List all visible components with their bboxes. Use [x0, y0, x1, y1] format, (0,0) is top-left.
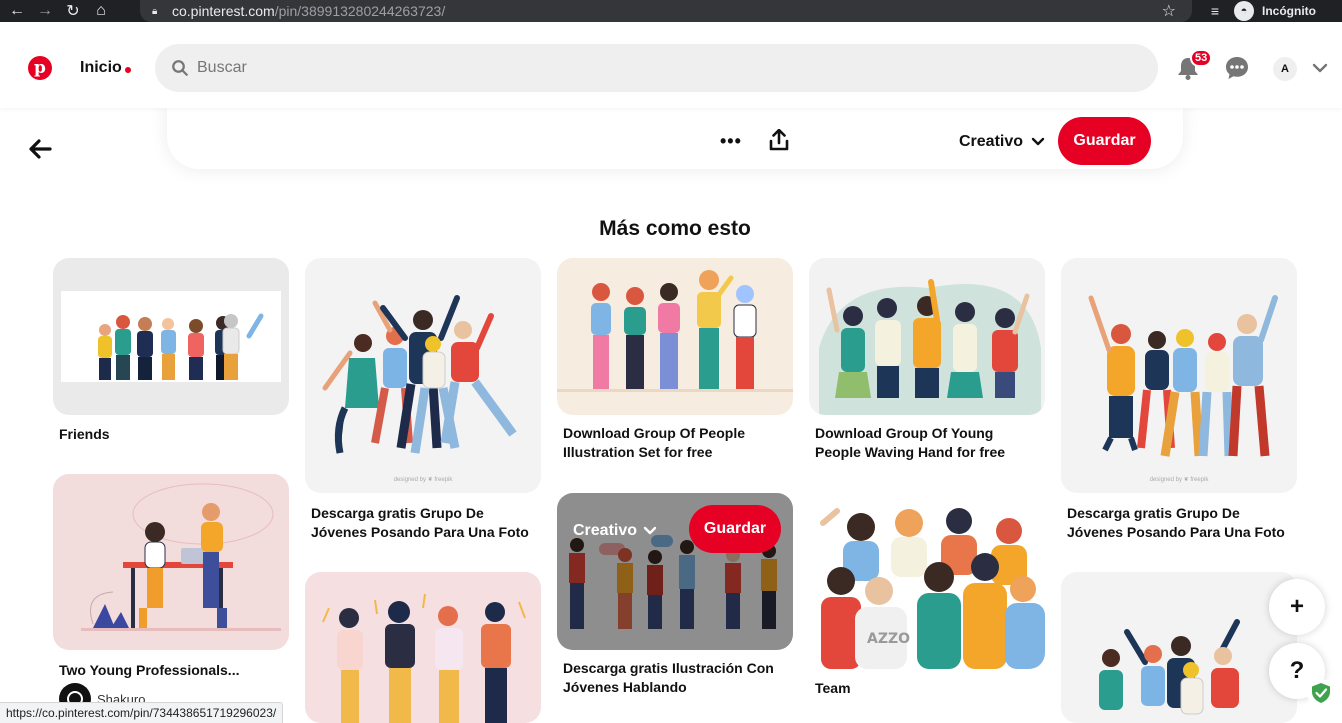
- overlay-board-label: Creativo: [573, 522, 638, 539]
- overlay-board-selector[interactable]: Creativo: [573, 522, 657, 540]
- home-link[interactable]: Inicio: [80, 59, 122, 77]
- url-host: co.pinterest.com: [172, 3, 275, 19]
- search-bar[interactable]: [155, 44, 1158, 92]
- incognito-indicator[interactable]: ◓ Incógnito: [1234, 1, 1316, 21]
- site-header: p Inicio 53 A: [0, 22, 1342, 108]
- chevron-down-icon: [643, 526, 657, 535]
- pin-image[interactable]: [557, 258, 793, 415]
- search-input[interactable]: [197, 59, 1097, 77]
- incognito-label: Incógnito: [1262, 4, 1316, 18]
- pin-title[interactable]: Descarga gratis Grupo De Jóvenes Posando…: [311, 504, 535, 542]
- notifications-count-badge: 53: [1190, 49, 1213, 67]
- pin-image[interactable]: [809, 258, 1045, 415]
- bookmark-star-icon[interactable]: ☆: [1162, 1, 1176, 21]
- pin-image[interactable]: [53, 474, 289, 650]
- home-icon[interactable]: ⌂: [90, 0, 112, 22]
- celebration-illustration: [322, 593, 526, 723]
- save-button[interactable]: Guardar: [1058, 117, 1151, 165]
- browser-nav: ← → ↻ ⌂: [0, 0, 112, 22]
- pin-hover-overlay: Creativo Guardar: [557, 493, 793, 650]
- security-shield-icon[interactable]: [1306, 678, 1336, 708]
- svg-text:AZZO: AZZO: [867, 631, 910, 647]
- overlay-save-button[interactable]: Guardar: [689, 505, 781, 553]
- home-unread-dot: [125, 67, 131, 73]
- forward-arrow-icon[interactable]: →: [34, 0, 56, 22]
- browser-toolbar: ← → ↻ ⌂ 🔒︎ co.pinterest.com/pin/38991328…: [0, 0, 1342, 22]
- pin-image[interactable]: [1061, 572, 1297, 723]
- image-credit: designed by ❦ freepik: [1149, 477, 1209, 483]
- pin-image[interactable]: [53, 258, 289, 415]
- media-control-icon[interactable]: ≡: [1202, 3, 1228, 19]
- create-plus-button[interactable]: +: [1269, 579, 1325, 635]
- pin-title[interactable]: Team: [815, 679, 1039, 698]
- pin-image[interactable]: designed by ❦ freepik: [1061, 258, 1297, 493]
- pin-title[interactable]: Download Group Of People Illustration Se…: [563, 424, 787, 462]
- young-people-posing-illustration: [322, 295, 517, 454]
- pin-image[interactable]: AZZO: [809, 493, 1045, 669]
- chevron-down-icon: [1031, 137, 1045, 146]
- young-people-posing-illustration: [1099, 619, 1240, 715]
- link-status-bar: https://co.pinterest.com/pin/73443865171…: [0, 702, 284, 723]
- back-arrow-icon[interactable]: ←: [6, 0, 28, 22]
- address-bar[interactable]: 🔒︎ co.pinterest.com/pin/3899132802442637…: [140, 0, 1192, 22]
- friends-illustration: [61, 291, 281, 382]
- reload-icon[interactable]: ↻: [62, 0, 84, 22]
- young-people-posing-illustration: [1088, 295, 1278, 457]
- share-icon[interactable]: [769, 129, 789, 151]
- team-illustration: AZZO: [820, 508, 1045, 669]
- browser-right-controls: ≡ ◓ Incógnito: [1202, 0, 1342, 22]
- pin-title[interactable]: Download Group Of Young People Waving Ha…: [815, 424, 1039, 462]
- lock-icon: 🔒︎: [152, 5, 158, 17]
- board-selector-label: Creativo: [959, 133, 1024, 150]
- pin-title[interactable]: Friends: [59, 425, 283, 444]
- back-arrow-icon[interactable]: [28, 138, 52, 160]
- search-icon: [172, 60, 188, 76]
- pin-title[interactable]: Descarga gratis Ilustración Con Jóvenes …: [563, 659, 787, 697]
- professionals-illustration: [81, 483, 281, 631]
- pin-title[interactable]: Two Young Professionals...: [59, 661, 283, 680]
- pinterest-logo-icon[interactable]: p: [28, 56, 52, 80]
- pin-title[interactable]: Descarga gratis Grupo De Jóvenes Posando…: [1067, 504, 1291, 542]
- incognito-icon: ◓: [1234, 1, 1254, 21]
- image-credit: designed by ❦ freepik: [393, 477, 453, 483]
- messages-icon[interactable]: [1225, 56, 1249, 80]
- user-avatar[interactable]: A: [1273, 57, 1297, 81]
- group-of-people-illustration: [557, 270, 793, 392]
- pin-closeup-actions-bar: ••• Creativo Guardar: [167, 100, 1183, 169]
- url-path: /pin/389913280244263723/: [274, 3, 446, 19]
- pin-image[interactable]: [305, 572, 541, 723]
- more-like-this-heading: Más como esto: [599, 217, 751, 240]
- young-people-waving-illustration: [819, 279, 1041, 415]
- board-selector[interactable]: Creativo: [959, 133, 1045, 151]
- pin-image[interactable]: designed by ❦ freepik: [305, 258, 541, 493]
- account-chevron-down-icon[interactable]: [1312, 60, 1328, 76]
- more-options-icon[interactable]: •••: [720, 131, 742, 152]
